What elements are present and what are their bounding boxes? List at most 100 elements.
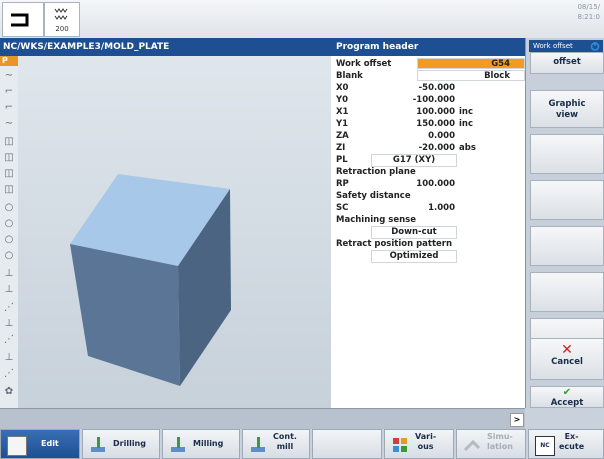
block-front-face [70, 244, 180, 386]
y0-field[interactable]: -100.000 [371, 94, 455, 106]
retract-pattern-field[interactable]: Optimized [371, 250, 457, 263]
softkey-empty-6[interactable] [530, 272, 604, 312]
offset-softkey-label: offset [553, 57, 581, 67]
x0-field[interactable]: -50.000 [371, 82, 455, 94]
accept-softkey[interactable]: ✔ Accept [530, 386, 604, 408]
blank-block-graphic [70, 174, 231, 386]
za-label: ZA [336, 131, 349, 141]
position-pattern-icon[interactable]: ⋰ [3, 334, 15, 346]
settings-step-icon[interactable]: ✿ [3, 386, 15, 398]
retract-pattern-label: Retract position pattern [336, 239, 453, 249]
circle-pocket-icon[interactable]: ○ [3, 250, 15, 262]
softkey-empty-4[interactable] [530, 180, 604, 220]
softkey-empty-bottom[interactable] [312, 429, 382, 459]
y0-label: Y0 [336, 95, 349, 105]
program-step-column: P ∼ ⌐ ⌐ ∼ ◫ ◫ ◫ ◫ ○ ○ ○ ○ ⊥ ⊥ ⋰ ⊥ ⋰ ⊥ ⋰ … [0, 56, 19, 408]
milling-softkey[interactable]: Milling [162, 429, 240, 459]
clock-date: 08/15/ [577, 3, 600, 11]
sc-field[interactable]: 1.000 [371, 202, 455, 214]
top-bar: 200 08/15/ 8:21:0 [0, 0, 604, 39]
execute-label: Ex- ecute [559, 432, 584, 452]
edit-softkey[interactable]: Edit [0, 429, 80, 459]
contour-mill-label-1: Cont. [273, 432, 297, 441]
status-bar: > [0, 408, 525, 429]
machine-icon: 200 [54, 8, 69, 33]
x0-label: X0 [336, 83, 349, 93]
contour-mill-label-2: mill [276, 442, 294, 451]
machine-button[interactable]: 200 [44, 2, 80, 37]
contour-mill-label: Cont. mill [273, 432, 297, 452]
milling-label: Milling [193, 439, 224, 448]
face-mill-icon[interactable]: ◫ [3, 136, 15, 148]
execute-label-2: ecute [559, 442, 585, 451]
face-mill-icon[interactable]: ◫ [3, 168, 15, 180]
graphic-view-label-2: view [555, 110, 579, 120]
vertical-softkeys: Work offset offset Graphic view ✕ Cancel… [525, 38, 604, 408]
rp-field[interactable]: 100.000 [371, 178, 455, 190]
blank-field[interactable]: Block [417, 70, 525, 81]
program-header-form: Work offset G54 Blank Block X0 -50.000 Y… [331, 56, 525, 408]
execute-icon: NC [535, 436, 555, 456]
work-offset-field[interactable]: G54 [417, 58, 525, 69]
softkey-empty-5[interactable] [530, 226, 604, 266]
drill-step-icon[interactable]: ⊥ [3, 352, 15, 364]
simulation-label-1: Simu- [487, 432, 513, 441]
circle-pocket-icon[interactable]: ○ [3, 234, 15, 246]
program-header-step[interactable]: P [0, 56, 18, 66]
cancel-label: Cancel [551, 357, 583, 367]
work-offset-badge-label: Work offset [533, 42, 573, 50]
simulation-label: Simu- lation [487, 432, 513, 452]
more-arrow-icon[interactable]: > [510, 413, 524, 427]
za-field[interactable]: 0.000 [371, 130, 455, 142]
clock: 08/15/ 8:21:0 [577, 2, 600, 22]
circle-pocket-icon[interactable]: ○ [3, 202, 15, 214]
various-softkey[interactable]: Vari- ous [384, 429, 454, 459]
various-label-2: ous [417, 442, 434, 451]
zi-field[interactable]: -20.000 [371, 142, 455, 154]
softkey-empty-3[interactable] [530, 134, 604, 174]
various-icon [393, 438, 407, 452]
x1-unit[interactable]: inc [459, 106, 473, 118]
sc-label: SC [336, 203, 349, 213]
x1-field[interactable]: 100.000 [371, 106, 455, 118]
safety-distance-label: Safety distance [336, 191, 411, 201]
svg-text:200: 200 [55, 25, 68, 33]
mode-button[interactable] [2, 2, 44, 37]
face-mill-icon[interactable]: ◫ [3, 152, 15, 164]
contour-mill-icon [251, 437, 265, 452]
graphic-view-softkey[interactable]: Graphic view [530, 90, 604, 128]
execute-label-1: Ex- [564, 432, 579, 441]
offset-softkey[interactable]: offset [530, 52, 604, 74]
contour-mill-softkey[interactable]: Cont. mill [242, 429, 310, 459]
pocket-step-icon[interactable]: ⌐ [3, 86, 15, 98]
face-mill-icon[interactable]: ◫ [3, 184, 15, 196]
position-pattern-icon[interactable]: ⋰ [3, 302, 15, 314]
contour-step-icon[interactable]: ∼ [3, 118, 15, 130]
y1-unit[interactable]: inc [459, 118, 473, 130]
simulation-label-2: lation [487, 442, 513, 451]
work-offset-label: Work offset [336, 59, 392, 69]
drilling-softkey[interactable]: Drilling [82, 429, 160, 459]
graphic-view-label-1: Graphic [548, 99, 586, 109]
y1-field[interactable]: 150.000 [371, 118, 455, 130]
edit-icon [7, 436, 27, 456]
program-mode-icon [11, 13, 29, 27]
execute-softkey[interactable]: NC Ex- ecute [528, 429, 604, 459]
drill-step-icon[interactable]: ⊥ [3, 318, 15, 330]
circle-pocket-icon[interactable]: ○ [3, 218, 15, 230]
x1-label: X1 [336, 107, 349, 117]
various-label: Vari- ous [415, 432, 436, 452]
drill-step-icon[interactable]: ⊥ [3, 268, 15, 280]
drilling-icon [91, 437, 105, 452]
accept-label: Accept [550, 398, 584, 408]
position-pattern-icon[interactable]: ⋰ [3, 368, 15, 380]
drill-step-icon[interactable]: ⊥ [3, 284, 15, 296]
cancel-softkey[interactable]: ✕ Cancel [530, 338, 604, 380]
machining-sense-label: Machining sense [336, 215, 416, 225]
simulation-softkey[interactable]: Simu- lation [456, 429, 526, 459]
cancel-icon: ✕ [561, 342, 573, 358]
contour-step-icon[interactable]: ∼ [3, 70, 15, 82]
pocket-step-icon[interactable]: ⌐ [3, 102, 15, 114]
zi-unit[interactable]: abs [459, 142, 476, 154]
edit-label: Edit [41, 439, 59, 448]
